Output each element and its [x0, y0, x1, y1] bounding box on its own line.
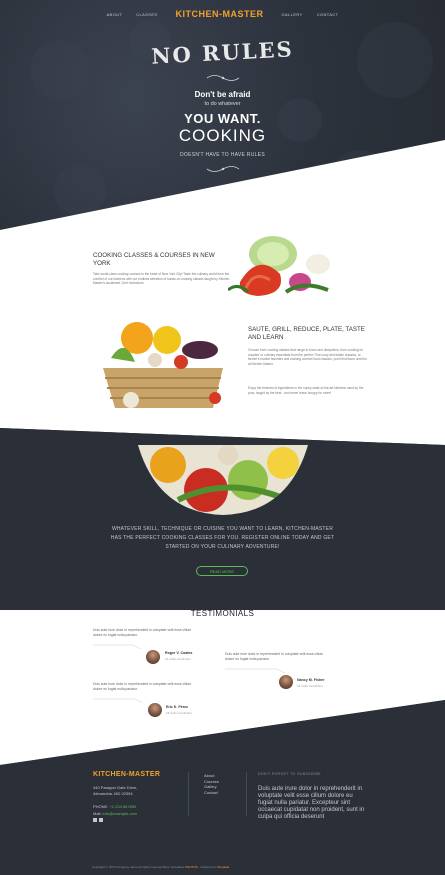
section2-text-1: Choose from cooking classes that range i…: [248, 348, 367, 366]
testimonial-role-3: 18 visits via kitchen: [166, 711, 192, 715]
copyright: Copyright © 2015 Company name All rights…: [92, 865, 229, 869]
footer-link-contact[interactable]: Contact: [204, 790, 219, 796]
footer-divider: [188, 772, 189, 816]
quote-pointer: [93, 698, 144, 703]
vegetable-basket-image: [103, 322, 223, 408]
testimonial-quote-1: Duis aute irure dolor in reprehenderit i…: [93, 628, 192, 637]
top-navigation: About Classes KITCHEN-MASTER Gallery Con…: [0, 6, 445, 22]
testimonial-role-1: 21 visits via kitchen: [165, 657, 191, 661]
hero-section: About Classes KITCHEN-MASTER Gallery Con…: [0, 0, 445, 240]
hero-line-2: to do whatever: [204, 101, 241, 107]
testimonial-name-1: Roger V. Coates: [165, 651, 193, 655]
copyright-link-2[interactable]: Template: [217, 865, 229, 869]
avatar: [146, 650, 160, 664]
copyright-text: Copyright © 2015 Company name All rights…: [92, 865, 185, 869]
footer-contact: PHONE: +1 234 567890 Mail: info@example.…: [93, 803, 137, 822]
hero-line-3: YOU WANT.: [184, 111, 261, 126]
hero-line-5: DOESN'T HAVE TO HAVE RULES: [180, 152, 265, 158]
nav-classes[interactable]: Classes: [136, 12, 157, 17]
testimonials-title: TESTIMONIALS: [190, 609, 255, 618]
mail-link[interactable]: info@example.com: [103, 811, 137, 816]
testimonial-name-2: Nancy M. Fisher: [297, 678, 325, 682]
address-line-2: Alexandria, MD 22304: [93, 791, 133, 796]
testimonial-name-3: Eric K. Pérez: [166, 705, 188, 709]
subscribe-label: Don't forget to subscribe: [258, 772, 321, 776]
copyright-text-2: - Collect from: [198, 865, 217, 869]
section1-title: COOKING CLASSES & COURSES IN NEW YORK: [93, 252, 215, 267]
footer-links: About Courses Gallery Contact: [204, 773, 219, 795]
nav-contact[interactable]: Contact: [317, 12, 339, 17]
hero-line-4: COOKING: [178, 126, 267, 145]
flourish-ornament-icon: [206, 166, 240, 172]
testimonial-quote-3: Duis aute irure dolor in reprehenderit i…: [93, 682, 192, 691]
cta-text: WHATEVER SKILL, TECHNIQUE OR CUISINE YOU…: [110, 526, 335, 550]
vegetables-image-1: [228, 236, 330, 296]
phone-link[interactable]: +1 234 567890: [109, 804, 136, 809]
social-icons: [93, 818, 137, 822]
testimonial-role-2: 14 visits via kitchen: [297, 684, 323, 688]
facebook-icon[interactable]: [93, 818, 97, 822]
mail-label: Mail:: [93, 811, 102, 816]
site-logo[interactable]: KITCHEN-MASTER: [176, 9, 264, 19]
footer-address: 440 Paragon Gate Drive, Alexandria, MD 2…: [93, 785, 137, 797]
section2-text-2: Enjoy the freshest of ingredients in the…: [248, 386, 364, 395]
testimonial-quote-2: Duis aute irure dolor in reprehenderit i…: [225, 652, 324, 661]
section1-text: Take world-class cooking courses in the …: [93, 272, 231, 286]
phone-row: PHONE: +1 234 567890: [93, 803, 137, 810]
section2-title: SAUTE, GRILL, REDUCE, PLATE, TASTE AND L…: [248, 326, 365, 341]
footer-link-gallery[interactable]: Gallery: [204, 784, 219, 790]
nav-gallery[interactable]: Gallery: [282, 12, 303, 17]
twitter-icon[interactable]: [99, 818, 103, 822]
avatar: [279, 675, 293, 689]
footer-logo[interactable]: KITCHEN-MASTER: [93, 771, 160, 778]
avatar: [148, 703, 162, 717]
quote-pointer: [225, 668, 286, 673]
fresh-salad-image: [138, 445, 308, 515]
footer-divider: [246, 772, 247, 816]
phone-label: PHONE:: [93, 804, 109, 809]
read-more-button[interactable]: READ MORE: [196, 566, 248, 576]
subscribe-text: Duis aute irure dolor in reprehenderit i…: [258, 786, 365, 820]
mail-row: Mail: info@example.com: [93, 810, 137, 817]
copyright-link-1[interactable]: PHOTOS: [185, 865, 198, 869]
hero-line-1: Don't be afraid: [194, 90, 251, 99]
quote-pointer: [93, 644, 142, 649]
flourish-ornament-icon: [206, 75, 240, 81]
nav-about[interactable]: About: [106, 12, 122, 17]
